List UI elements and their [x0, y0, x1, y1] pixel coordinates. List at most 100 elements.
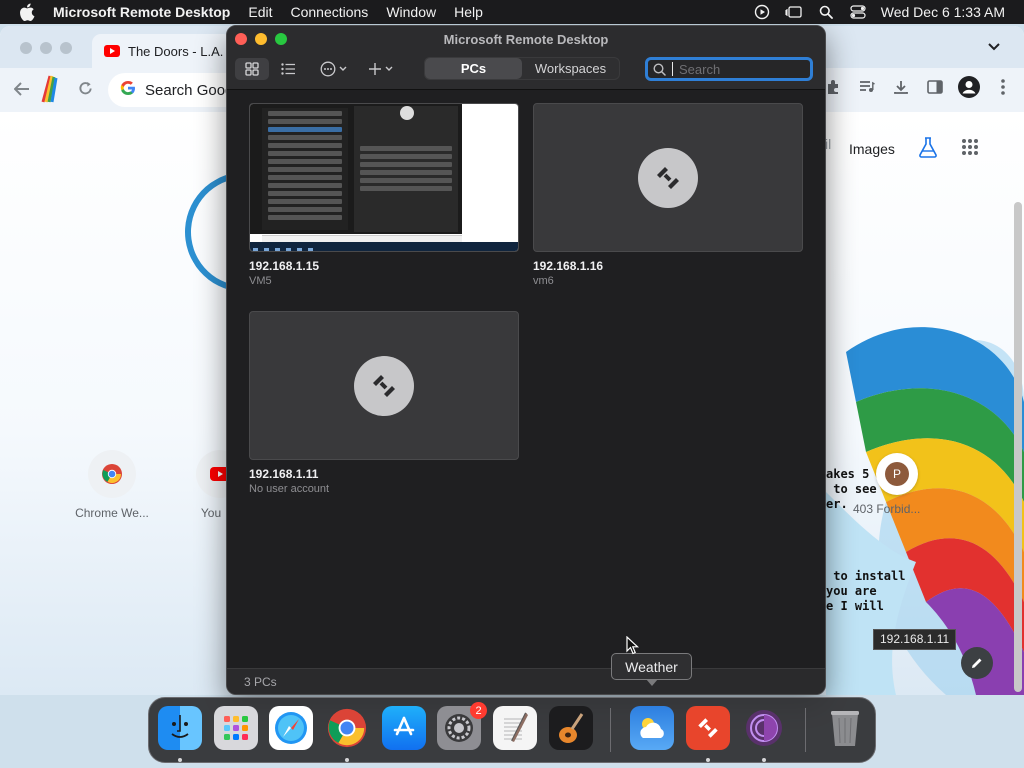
- shortcut-403-forbidden[interactable]: 403 Forbid...: [853, 502, 920, 516]
- stage-manager-icon[interactable]: [785, 4, 803, 20]
- google-apps-grid-icon[interactable]: [961, 138, 979, 159]
- chrome-traffic-lights: [20, 42, 72, 54]
- weather-icon[interactable]: [630, 706, 674, 750]
- grid-view-icon[interactable]: [235, 58, 269, 80]
- shortcut-label: Chrome We...: [75, 506, 149, 520]
- pc-thumbnail-screenshot[interactable]: [249, 103, 519, 252]
- pc-card-192-168-1-11[interactable]: 192.168.1.11 No user account: [249, 311, 519, 495]
- profile-avatar-icon[interactable]: [958, 76, 980, 98]
- spotlight-search-icon[interactable]: [817, 4, 835, 20]
- menu-connections[interactable]: Connections: [281, 4, 377, 20]
- dock-separator: [805, 708, 806, 752]
- shortcut-avatar[interactable]: P: [876, 453, 918, 495]
- pc-user: No user account: [249, 483, 330, 495]
- pc-user: vm6: [533, 275, 554, 287]
- dock-separator: [610, 708, 611, 752]
- safari-icon[interactable]: [269, 706, 313, 750]
- pc-name: 192.168.1.11: [249, 467, 319, 481]
- google-links: il Images: [825, 136, 979, 161]
- remote-desktop-icon: [354, 355, 414, 416]
- tab-workspaces[interactable]: Workspaces: [522, 58, 619, 79]
- menu-help[interactable]: Help: [445, 4, 492, 20]
- host-ip-tooltip: 192.168.1.11: [873, 629, 957, 650]
- side-panel-icon[interactable]: [924, 76, 946, 98]
- app-store-icon[interactable]: [382, 706, 426, 750]
- screen-record-icon[interactable]: [753, 4, 771, 20]
- reload-icon[interactable]: [78, 80, 93, 101]
- weather-dock-tooltip: Weather: [611, 653, 692, 686]
- pc-name: 192.168.1.15: [249, 259, 320, 273]
- shortcut-label: You: [200, 506, 222, 520]
- pc-user: VM5: [249, 275, 272, 287]
- colorful-extension-icon[interactable]: [38, 74, 62, 104]
- rd-titlebar: Microsoft Remote Desktop PCs Workspaces: [227, 26, 825, 90]
- ellipsis-circle-icon: [320, 61, 335, 77]
- google-chrome-icon[interactable]: [325, 706, 369, 750]
- youtube-icon: [104, 45, 120, 57]
- notification-badge: 2: [470, 702, 487, 719]
- text-caret: [672, 62, 673, 76]
- images-link[interactable]: Images: [849, 141, 895, 157]
- chrome-tab-title: The Doors - L.A.: [128, 43, 224, 59]
- shortcut-chrome-web-store[interactable]: Chrome We...: [66, 450, 158, 520]
- menu-app-name[interactable]: Microsoft Remote Desktop: [51, 4, 239, 20]
- menu-window[interactable]: Window: [377, 4, 445, 20]
- running-indicator: [345, 758, 349, 762]
- chevron-down-icon: [339, 66, 346, 71]
- back-arrow-icon[interactable]: [13, 80, 30, 101]
- chrome-toolbar-right: [822, 76, 1014, 98]
- search-field[interactable]: [645, 57, 813, 81]
- pc-card-192-168-1-15[interactable]: 192.168.1.15 VM5: [249, 103, 519, 287]
- running-indicator: [706, 758, 710, 762]
- plus-icon: [369, 63, 381, 75]
- search-input[interactable]: [679, 61, 807, 77]
- menu-bar-clock[interactable]: Wed Dec 6 1:33 AM: [881, 4, 1005, 20]
- trash-icon[interactable]: [823, 706, 867, 750]
- microsoft-remote-desktop-icon[interactable]: [686, 706, 730, 750]
- chevron-down-icon: [385, 66, 393, 71]
- tab-pcs[interactable]: PCs: [425, 58, 522, 79]
- chrome-scrollbar[interactable]: [1014, 202, 1022, 692]
- running-indicator: [178, 758, 182, 762]
- control-center-icon[interactable]: [849, 4, 867, 20]
- running-indicator: [762, 758, 766, 762]
- customize-pencil-icon[interactable]: [961, 647, 993, 679]
- download-icon[interactable]: [890, 76, 912, 98]
- finder-icon[interactable]: [158, 706, 202, 750]
- avatar-letter: P: [885, 462, 909, 486]
- mouse-pointer-icon: [626, 636, 640, 655]
- overlay-caption-2: to install you are e I will: [826, 569, 906, 613]
- chrome-tab[interactable]: The Doors - L.A.: [92, 34, 232, 68]
- dock: 2: [148, 697, 876, 763]
- chrome-logo-icon: [88, 450, 136, 498]
- list-view-icon[interactable]: [275, 58, 301, 80]
- youtube-shortcut-icon: [196, 450, 226, 498]
- add-menu[interactable]: [363, 58, 399, 80]
- remote-desktop-window: Microsoft Remote Desktop PCs Workspaces: [226, 25, 826, 695]
- media-playlist-icon[interactable]: [856, 76, 878, 98]
- menu-edit[interactable]: Edit: [239, 4, 281, 20]
- textedit-icon[interactable]: [493, 706, 537, 750]
- chevron-down-icon[interactable]: [988, 38, 1000, 54]
- rd-window-title: Microsoft Remote Desktop: [443, 32, 609, 47]
- pc-thumbnail-placeholder[interactable]: [249, 311, 519, 460]
- chrome-menu-icon[interactable]: [992, 76, 1014, 98]
- pc-thumbnail-placeholder[interactable]: [533, 103, 803, 252]
- pc-card-192-168-1-16[interactable]: 192.168.1.16 vm6: [533, 103, 803, 287]
- remote-desktop-icon: [638, 147, 698, 208]
- garageband-icon[interactable]: [549, 706, 593, 750]
- pcs-workspaces-segmented-control: PCs Workspaces: [424, 57, 620, 80]
- launchpad-icon[interactable]: [214, 706, 258, 750]
- more-options-menu[interactable]: [315, 58, 351, 80]
- pc-name: 192.168.1.16: [533, 259, 604, 273]
- shortcut-youtube[interactable]: You: [196, 450, 226, 520]
- windows-desktop-preview: [250, 104, 518, 251]
- labs-flask-icon[interactable]: [917, 136, 939, 161]
- rd-status-footer: 3 PCs: [227, 668, 825, 694]
- menu-bar: Microsoft Remote Desktop Edit Connection…: [0, 0, 1024, 24]
- apple-menu-icon[interactable]: [17, 2, 37, 22]
- google-g-icon: [120, 80, 136, 100]
- tor-browser-icon[interactable]: [742, 706, 786, 750]
- omnibox-text: Search Goog: [145, 81, 234, 99]
- search-icon: [653, 62, 666, 76]
